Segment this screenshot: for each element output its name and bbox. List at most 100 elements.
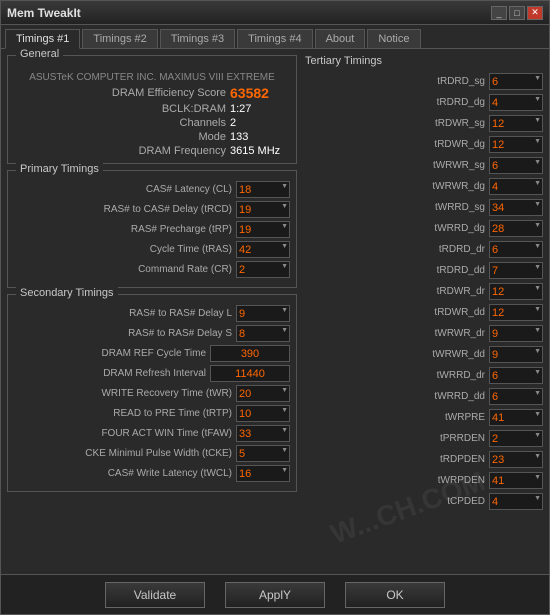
left-panel: General ASUSTeK COMPUTER INC. MAXIMUS VI… [7, 55, 297, 568]
apply-button[interactable]: ApplY [225, 582, 325, 608]
ok-button[interactable]: OK [345, 582, 445, 608]
tcke-select[interactable]: 5 [236, 445, 290, 462]
tert-wrap-10: 12 [489, 283, 543, 300]
trp-label: RAS# Precharge (tRP) [14, 224, 236, 235]
tert-wrap-3: 12 [489, 136, 543, 153]
tert-row-17: tPRRDEN 2 [303, 430, 543, 447]
tert-sel-5[interactable]: 4 [489, 178, 543, 195]
tert-sel-0[interactable]: 6 [489, 73, 543, 90]
timing-row-cl: CAS# Latency (CL) 18 [14, 181, 290, 198]
tab-timings1[interactable]: Timings #1 [5, 29, 80, 49]
tert-sel-13[interactable]: 9 [489, 346, 543, 363]
tert-wrap-8: 6 [489, 241, 543, 258]
tert-wrap-4: 6 [489, 157, 543, 174]
minimize-button[interactable]: _ [491, 6, 507, 20]
trcd-label: RAS# to CAS# Delay (tRCD) [14, 204, 236, 215]
rass-select[interactable]: 8 [236, 325, 290, 342]
maximize-button[interactable]: □ [509, 6, 525, 20]
twr-label: WRITE Recovery Time (tWR) [14, 388, 236, 399]
tert-wrap-17: 2 [489, 430, 543, 447]
cl-select[interactable]: 18 [236, 181, 290, 198]
tert-row-8: tRDRD_dr 6 [303, 241, 543, 258]
tert-label-5: tWRWR_dg [303, 181, 489, 192]
tert-sel-4[interactable]: 6 [489, 157, 543, 174]
timing-row-cr: Command Rate (CR) 2 [14, 261, 290, 278]
rasl-select[interactable]: 9 [236, 305, 290, 322]
timing-row-tras: Cycle Time (tRAS) 42 [14, 241, 290, 258]
mobo-label: ASUSTeK COMPUTER INC. MAXIMUS VIII EXTRE… [14, 70, 290, 83]
tab-timings3[interactable]: Timings #3 [160, 29, 235, 48]
bottom-bar: Validate ApplY OK [1, 574, 549, 614]
secondary-group: Secondary Timings RAS# to RAS# Delay L 9… [7, 294, 297, 492]
tert-wrap-6: 34 [489, 199, 543, 216]
sec-row-tfaw: FOUR ACT WIN Time (tFAW) 33 [14, 425, 290, 442]
twcl-select[interactable]: 16 [236, 465, 290, 482]
tert-sel-14[interactable]: 6 [489, 367, 543, 384]
tert-sel-19[interactable]: 41 [489, 472, 543, 489]
tert-sel-9[interactable]: 7 [489, 262, 543, 279]
trtp-select[interactable]: 10 [236, 405, 290, 422]
tert-wrap-9: 7 [489, 262, 543, 279]
mode-value: 133 [230, 131, 290, 143]
tab-notice[interactable]: Notice [367, 29, 420, 48]
trcd-select[interactable]: 19 [236, 201, 290, 218]
tert-row-6: tWRRD_sg 34 [303, 199, 543, 216]
timing-row-trp: RAS# Precharge (tRP) 19 [14, 221, 290, 238]
cl-label: CAS# Latency (CL) [14, 184, 236, 195]
right-panel: Tertiary Timings tRDRD_sg 6 tRDRD_dg 4 t… [303, 55, 543, 568]
tras-label: Cycle Time (tRAS) [14, 244, 236, 255]
freq-row: DRAM Frequency 3615 MHz [14, 145, 290, 157]
tert-wrap-19: 41 [489, 472, 543, 489]
tert-row-9: tRDRD_dd 7 [303, 262, 543, 279]
tert-sel-15[interactable]: 6 [489, 388, 543, 405]
validate-button[interactable]: Validate [105, 582, 205, 608]
tert-sel-8[interactable]: 6 [489, 241, 543, 258]
tert-sel-18[interactable]: 23 [489, 451, 543, 468]
tert-label-13: tWRWR_dd [303, 349, 489, 360]
tert-sel-2[interactable]: 12 [489, 115, 543, 132]
ref-label: DRAM REF Cycle Time [14, 348, 210, 359]
tab-timings2[interactable]: Timings #2 [82, 29, 157, 48]
tert-label-3: tRDWR_dg [303, 139, 489, 150]
rass-select-wrap: 8 [236, 325, 290, 342]
tert-sel-1[interactable]: 4 [489, 94, 543, 111]
tert-label-14: tWRRD_dr [303, 370, 489, 381]
tert-wrap-12: 9 [489, 325, 543, 342]
tcke-label: CKE Minimul Pulse Width (tCKE) [14, 448, 236, 459]
close-button[interactable]: ✕ [527, 6, 543, 20]
tert-sel-7[interactable]: 28 [489, 220, 543, 237]
tert-sel-6[interactable]: 34 [489, 199, 543, 216]
tab-timings4[interactable]: Timings #4 [237, 29, 312, 48]
freq-label: DRAM Frequency [106, 145, 226, 157]
tert-row-5: tWRWR_dg 4 [303, 178, 543, 195]
tert-sel-16[interactable]: 41 [489, 409, 543, 426]
tert-sel-17[interactable]: 2 [489, 430, 543, 447]
tab-about[interactable]: About [315, 29, 366, 48]
tert-label-15: tWRRD_dd [303, 391, 489, 402]
tras-select[interactable]: 42 [236, 241, 290, 258]
trcd-select-wrap: 19 [236, 201, 290, 218]
tert-sel-10[interactable]: 12 [489, 283, 543, 300]
window-title: Mem TweakIt [7, 6, 81, 20]
tert-label-12: tWRWR_dr [303, 328, 489, 339]
bclk-label: BCLK:DRAM [106, 103, 226, 115]
tert-sel-12[interactable]: 9 [489, 325, 543, 342]
tert-label-8: tRDRD_dr [303, 244, 489, 255]
ref-input[interactable] [210, 345, 290, 362]
twr-select-wrap: 20 [236, 385, 290, 402]
cr-select[interactable]: 2 [236, 261, 290, 278]
general-info: ASUSTeK COMPUTER INC. MAXIMUS VIII EXTRE… [14, 70, 290, 157]
sec-row-ref: DRAM REF Cycle Time [14, 345, 290, 362]
twr-select[interactable]: 20 [236, 385, 290, 402]
tfaw-select[interactable]: 33 [236, 425, 290, 442]
sec-row-tcke: CKE Minimul Pulse Width (tCKE) 5 [14, 445, 290, 462]
sec-row-twr: WRITE Recovery Time (tWR) 20 [14, 385, 290, 402]
primary-group: Primary Timings CAS# Latency (CL) 18 RAS… [7, 170, 297, 288]
tert-sel-11[interactable]: 12 [489, 304, 543, 321]
tert-row-14: tWRRD_dr 6 [303, 367, 543, 384]
sec-row-rass: RAS# to RAS# Delay S 8 [14, 325, 290, 342]
tert-sel-20[interactable]: 4 [489, 493, 543, 510]
trp-select[interactable]: 19 [236, 221, 290, 238]
refresh-input[interactable] [210, 365, 290, 382]
tert-sel-3[interactable]: 12 [489, 136, 543, 153]
